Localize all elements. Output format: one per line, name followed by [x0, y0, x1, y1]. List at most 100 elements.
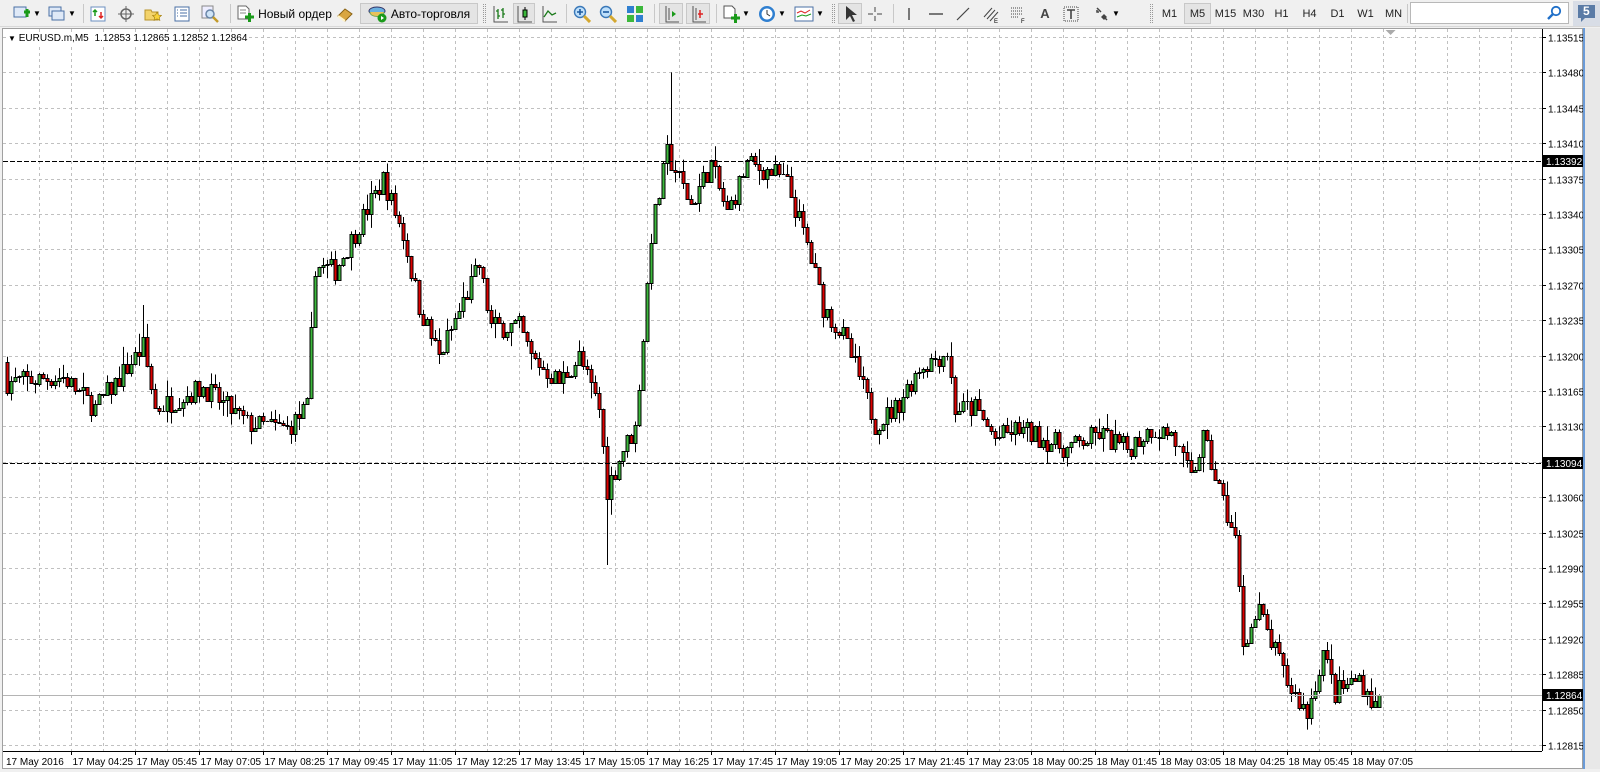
candle — [41, 372, 46, 380]
candle — [357, 232, 362, 247]
chart-window[interactable]: 1.13515 1.13480 1.13445 1.13410 1.13375 1.133… — [2, 28, 1584, 770]
candle — [465, 290, 470, 300]
candle-body-bear — [689, 199, 694, 205]
candle — [449, 325, 454, 341]
chart-menu-triangle-icon[interactable]: ▼ — [8, 34, 16, 43]
text-label-tool-button[interactable] — [1060, 3, 1082, 24]
zoom-out-button[interactable] — [597, 3, 619, 24]
candle — [937, 355, 942, 374]
candle-body-bear — [1093, 427, 1098, 433]
candle-body-bull — [221, 400, 226, 403]
crosshair-tool-button[interactable] — [864, 3, 886, 24]
timeframe-d1-button[interactable]: D1 — [1324, 3, 1351, 24]
profiles-button[interactable]: ▼ — [46, 3, 78, 24]
candle-body-bear — [333, 259, 338, 281]
x-tick-label: 17 May 19:05 — [777, 757, 838, 768]
text-tool-button[interactable]: A — [1034, 3, 1056, 24]
zoom-out-icon — [599, 5, 617, 23]
candle-body-bull — [941, 356, 946, 367]
templates-button[interactable]: ▼ — [792, 3, 826, 24]
indicators-button[interactable]: ▼ — [720, 3, 752, 24]
autotrading-button[interactable]: Авто-торговля — [360, 3, 478, 24]
candle — [629, 433, 634, 444]
y-tick-label: 1.13480 — [1548, 69, 1584, 80]
candle — [1261, 603, 1266, 617]
candle-body-bull — [1085, 443, 1090, 446]
chart-shift-button[interactable] — [659, 3, 683, 24]
strategy-tester-button[interactable] — [200, 3, 220, 24]
candle-body-bear — [285, 425, 290, 427]
toolbar-grip[interactable] — [832, 4, 835, 23]
x-tick-label: 17 May 09:45 — [329, 757, 390, 768]
candle — [209, 373, 214, 409]
toolbar-grip[interactable] — [1150, 4, 1153, 23]
candle — [681, 159, 686, 189]
terminal-button[interactable] — [172, 3, 192, 24]
fibonacci-tool-button[interactable]: F — [1006, 3, 1030, 24]
horizontal-line-tool-button[interactable] — [925, 3, 947, 24]
search-icon[interactable] — [1546, 5, 1562, 21]
candle-body-bear — [1165, 427, 1170, 436]
metaeditor-button[interactable] — [334, 3, 356, 24]
toolbar-grip[interactable] — [483, 4, 486, 23]
auto-scroll-button[interactable] — [686, 3, 710, 24]
data-window-button[interactable] — [116, 3, 136, 24]
chevron-down-icon: ▼ — [778, 9, 786, 18]
search-input[interactable] — [1410, 2, 1569, 24]
candle — [765, 167, 770, 189]
candle-body-bull — [665, 144, 670, 164]
new-chart-button[interactable]: ▼ — [8, 3, 46, 24]
zoom-in-button[interactable] — [571, 3, 593, 24]
new-order-button[interactable]: Новый ордер — [235, 3, 333, 24]
candle — [1237, 530, 1242, 593]
trendline-tool-button[interactable] — [952, 3, 974, 24]
cursor-tool-button[interactable] — [838, 3, 862, 24]
candle-body-bull — [517, 316, 522, 321]
y-tick-label: 1.12885 — [1548, 671, 1584, 682]
cursor-arrow-icon — [846, 5, 857, 22]
candle-body-bear — [809, 242, 814, 264]
bar-chart-button[interactable] — [489, 3, 511, 24]
search-field[interactable] — [1414, 4, 1549, 22]
candle — [565, 366, 570, 378]
timeframe-m30-button[interactable]: M30 — [1240, 3, 1267, 24]
timeframe-h4-button[interactable]: H4 — [1296, 3, 1323, 24]
x-tick-label: 17 May 08:25 — [265, 757, 326, 768]
tile-windows-button[interactable] — [624, 3, 646, 24]
separator — [716, 4, 717, 23]
timeframe-m15-button[interactable]: M15 — [1212, 3, 1239, 24]
candle — [1033, 425, 1038, 442]
candle-body-bull — [305, 398, 310, 405]
vertical-scrollbar[interactable] — [1583, 28, 1600, 769]
candle-body-bear — [1341, 680, 1346, 689]
messages-count: 5 — [1583, 4, 1590, 18]
timeframe-w1-button[interactable]: W1 — [1352, 3, 1379, 24]
candle-body-bear — [1205, 430, 1210, 441]
candle-body-bull — [449, 329, 454, 331]
candle-body-bear — [525, 332, 530, 342]
candle — [953, 375, 958, 423]
vertical-line-tool-button[interactable] — [898, 3, 920, 24]
candle-body-bear — [805, 227, 810, 243]
candle-body-bull — [877, 430, 882, 435]
line-chart-button[interactable] — [538, 3, 560, 24]
price-chart[interactable]: 1.13515 1.13480 1.13445 1.13410 1.13375 1.133… — [3, 29, 1584, 770]
equidistant-channel-tool-button[interactable]: E — [979, 3, 1003, 24]
candle-body-bear — [189, 396, 194, 403]
navigator-button[interactable] — [142, 3, 164, 24]
timeframe-m1-button[interactable]: M1 — [1156, 3, 1183, 24]
candle-body-bear — [685, 183, 690, 200]
candle-body-bear — [1189, 460, 1194, 473]
messages-button[interactable]: 5 — [1573, 1, 1600, 26]
market-watch-button[interactable] — [88, 3, 108, 24]
timeframe-h1-button[interactable]: H1 — [1268, 3, 1295, 24]
periods-button[interactable]: ▼ — [756, 3, 788, 24]
candle-body-bear — [529, 341, 534, 354]
arrows-tool-button[interactable]: ▼ — [1090, 3, 1124, 24]
candle-body-bear — [733, 200, 738, 205]
candlestick-chart-button[interactable] — [513, 3, 535, 24]
candle — [213, 374, 218, 391]
timeframe-mn-button[interactable]: MN — [1380, 3, 1407, 24]
candle-body-bull — [625, 435, 630, 452]
timeframe-m5-button[interactable]: M5 — [1184, 3, 1211, 24]
